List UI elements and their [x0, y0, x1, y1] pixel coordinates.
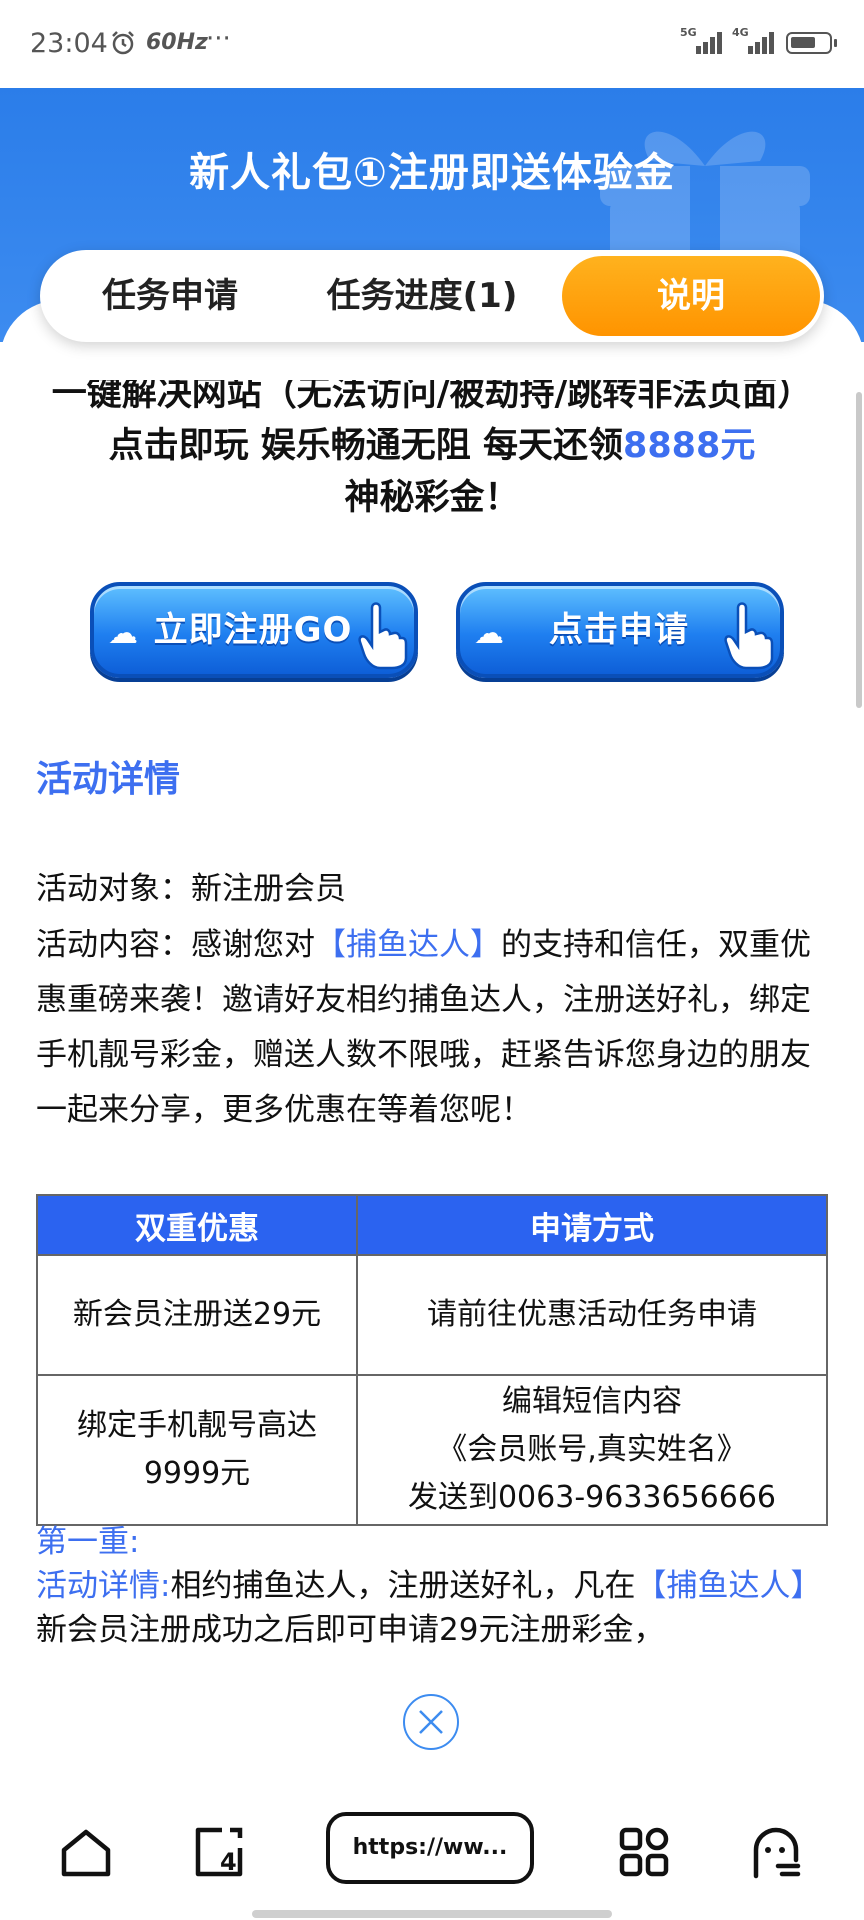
pointing-hand-icon [724, 602, 774, 670]
apply-button[interactable]: ☁ 点击申请 [456, 582, 784, 678]
signal-4g-icon: 4G [732, 26, 774, 54]
more-icon: ··· [206, 24, 231, 54]
tab-bar: 任务申请 任务进度(1) 说明 [40, 250, 824, 342]
swirl-icon: ☁ [474, 616, 504, 651]
close-button[interactable] [403, 1694, 459, 1750]
status-time: 23:04 [30, 28, 108, 59]
table-cell-offer: 绑定手机靓号高达 9999元 [36, 1374, 358, 1526]
refresh-rate: 60Hz [146, 30, 208, 55]
brand-name: 【捕鱼达人】 [315, 927, 501, 963]
table-cell-method: 编辑短信内容 《会员账号,真实姓名》 发送到0063-9633656666 [356, 1374, 828, 1526]
apps-grid-icon[interactable] [616, 1824, 672, 1880]
pointing-hand-icon [358, 602, 408, 670]
intro-text: 一键解决网站（无法访问/被劫持/跳转非法页面） 点击即玩 娱乐畅通无阻 每天还领… [51, 374, 813, 518]
first-tier-section: 第一重: 活动详情:相约捕鱼达人，注册送好礼，凡在【捕鱼达人】新会员注册成功之后… [36, 1520, 826, 1650]
browser-bottom-nav: 4 https://ww... [0, 1790, 864, 1920]
offers-table: 双重优惠 申请方式 新会员注册送29元 请前往优惠活动任务申请 绑定手机靓号高达… [36, 1194, 828, 1526]
status-bar: 23:04 60Hz ··· 5G 4G [0, 0, 864, 88]
page-title: 新人礼包①注册即送体验金 [189, 150, 675, 196]
first-tier-title: 第一重: [36, 1524, 140, 1560]
register-go-button[interactable]: ☁ 立即注册GO [90, 582, 418, 678]
table-header-method: 申请方式 [356, 1194, 828, 1256]
alarm-icon [112, 31, 134, 55]
table-row: 新会员注册送29元 请前往优惠活动任务申请 [36, 1254, 828, 1376]
table-header-offer: 双重优惠 [36, 1194, 358, 1256]
table-row: 绑定手机靓号高达 9999元 编辑短信内容 《会员账号,真实姓名》 发送到0063… [36, 1374, 828, 1526]
tab-task-progress[interactable]: 任务进度(1) [302, 250, 542, 342]
intro-amount: 8888元 [622, 426, 756, 466]
signal-5g-icon: 5G [680, 26, 722, 54]
tab-instructions[interactable]: 说明 [562, 256, 820, 336]
table-header-row: 双重优惠 申请方式 [36, 1194, 828, 1256]
url-bar[interactable]: https://ww... [326, 1812, 534, 1884]
table-cell-offer: 新会员注册送29元 [36, 1254, 358, 1376]
tab-task-apply[interactable]: 任务申请 [70, 250, 270, 342]
home-icon[interactable] [58, 1824, 114, 1880]
ghost-menu-icon[interactable] [748, 1824, 804, 1880]
section-title-activity: 活动详情 [36, 759, 181, 800]
first-tier-detail: 活动详情:相约捕鱼达人，注册送好礼，凡在【捕鱼达人】新会员注册成功之后即可申请2… [36, 1568, 822, 1648]
scrollbar[interactable] [856, 392, 862, 708]
swirl-icon: ☁ [108, 616, 138, 651]
home-indicator[interactable] [252, 1910, 612, 1918]
content-area: 一键解决网站（无法访问/被劫持/跳转非法页面） 点击即玩 娱乐畅通无阻 每天还领… [0, 342, 864, 1650]
close-icon [419, 1710, 443, 1734]
tabs-count-icon[interactable]: 4 [190, 1824, 246, 1880]
activity-target: 活动对象：新注册会员 [36, 871, 346, 907]
battery-icon [786, 32, 837, 54]
svg-text:4: 4 [220, 1848, 237, 1876]
activity-content: 活动内容：感谢您对【捕鱼达人】的支持和信任，双重优惠重磅来袭！邀请好友相约捕鱼达… [36, 927, 811, 1128]
table-cell-method: 请前往优惠活动任务申请 [356, 1254, 828, 1376]
